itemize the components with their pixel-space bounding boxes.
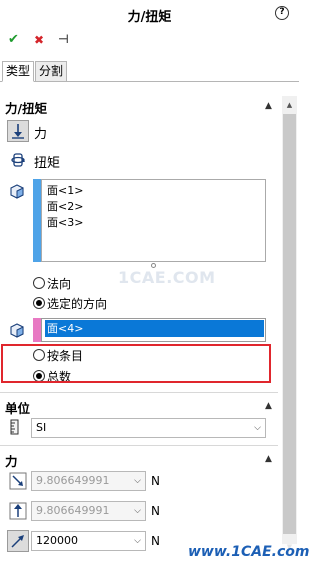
radio-dot bbox=[36, 300, 42, 306]
tab-type[interactable]: 类型 bbox=[2, 61, 35, 82]
chevron-down-icon: ⌵ bbox=[134, 536, 141, 546]
units-select-value: SI bbox=[36, 421, 47, 434]
torque-icon bbox=[11, 153, 25, 167]
direction-reference-bar bbox=[33, 318, 41, 342]
ok-icon[interactable]: ✔ bbox=[8, 32, 19, 47]
force-z-icon[interactable] bbox=[7, 530, 29, 552]
force-component-1-value: 9.806649991 bbox=[36, 474, 110, 487]
units-heading: 单位 bbox=[5, 401, 31, 416]
faces-selection-bar bbox=[33, 179, 41, 262]
section-divider bbox=[0, 392, 278, 393]
torque-option-button[interactable] bbox=[7, 149, 29, 171]
page-title: 力/扭矩 bbox=[127, 10, 172, 25]
torque-option-label: 扭矩 bbox=[34, 156, 61, 171]
radio-normal[interactable] bbox=[33, 277, 45, 289]
list-item[interactable]: 面<2> bbox=[47, 198, 83, 214]
collapse-caret-icon[interactable]: ▲ bbox=[265, 401, 272, 411]
chevron-down-icon: ⌵ bbox=[254, 423, 261, 433]
force-component-3-unit: N bbox=[151, 534, 160, 548]
force-torque-heading: 力/扭矩 bbox=[5, 101, 48, 116]
section-divider bbox=[0, 445, 278, 446]
force-option-button[interactable] bbox=[7, 120, 29, 142]
radio-selected-direction[interactable] bbox=[33, 297, 45, 309]
watermark-text: 1CAE.COM bbox=[118, 268, 216, 287]
radio-normal-label: 法向 bbox=[47, 277, 72, 291]
annotation-highlight-box bbox=[1, 344, 271, 383]
collapse-caret-icon[interactable]: ▲ bbox=[265, 101, 272, 111]
list-item[interactable]: 面<1> bbox=[47, 182, 83, 198]
cancel-icon[interactable]: ✖ bbox=[34, 33, 44, 47]
face-selection-icon bbox=[9, 183, 25, 202]
collapse-caret-icon[interactable]: ▲ bbox=[265, 454, 272, 464]
force-option-label: 力 bbox=[34, 127, 48, 142]
chevron-down-icon: ⌵ bbox=[134, 476, 141, 486]
force-component-1-input[interactable]: 9.806649991 ⌵ bbox=[31, 471, 146, 491]
force-component-3-value: 120000 bbox=[36, 534, 78, 547]
direction-face-icon bbox=[9, 322, 25, 341]
chevron-down-icon: ⌵ bbox=[134, 506, 141, 516]
force-component-2-input[interactable]: 9.806649991 ⌵ bbox=[31, 501, 146, 521]
site-logo-watermark: www.1CAE.com bbox=[186, 544, 312, 560]
force-component-2-unit: N bbox=[151, 504, 160, 518]
force-y-icon bbox=[7, 500, 29, 522]
radio-selected-direction-label: 选定的方向 bbox=[47, 297, 108, 311]
force-component-1-unit: N bbox=[151, 474, 160, 488]
pin-icon[interactable]: ⊣ bbox=[58, 32, 69, 46]
force-component-2-value: 9.806649991 bbox=[36, 504, 110, 517]
force-heading: 力 bbox=[5, 454, 18, 469]
scroll-up-icon[interactable]: ▲ bbox=[283, 98, 296, 112]
force-arrow-icon bbox=[12, 124, 24, 139]
units-icon bbox=[10, 419, 19, 438]
units-select[interactable]: SI ⌵ bbox=[31, 418, 266, 438]
direction-reference-value[interactable]: 面<4> bbox=[45, 320, 264, 337]
help-icon[interactable]: ? bbox=[275, 6, 289, 20]
list-item[interactable]: 面<3> bbox=[47, 214, 83, 230]
force-x-icon bbox=[7, 470, 29, 492]
tab-split[interactable]: 分割 bbox=[35, 61, 68, 82]
force-component-3-input[interactable]: 120000 ⌵ bbox=[31, 531, 146, 551]
scroll-thumb[interactable] bbox=[283, 114, 296, 534]
